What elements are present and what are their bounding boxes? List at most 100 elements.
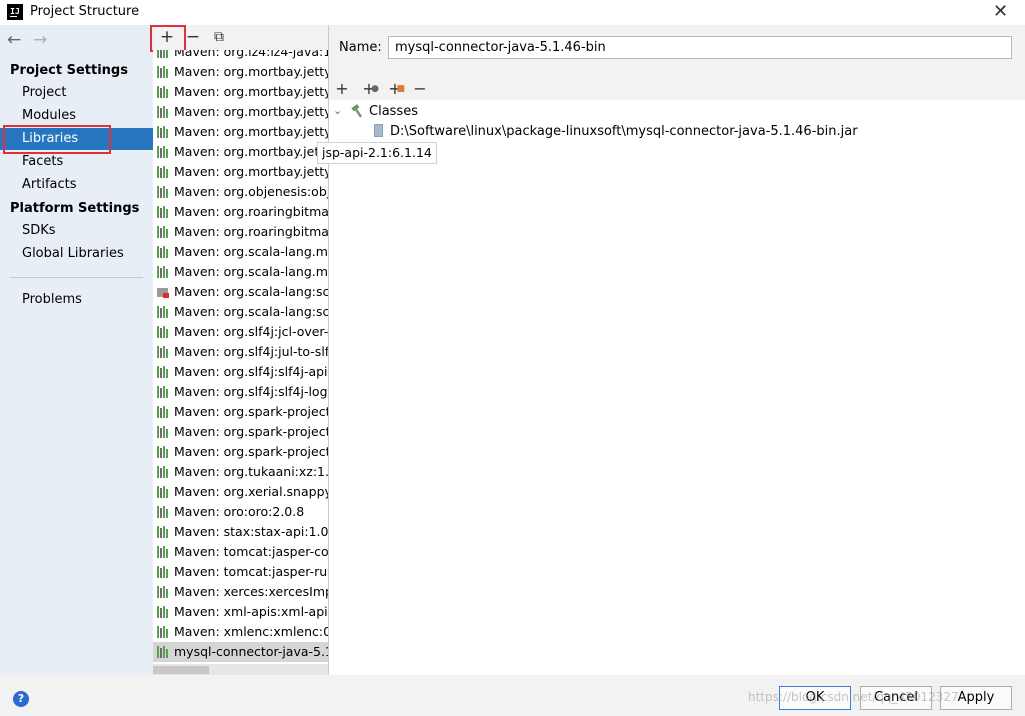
help-icon[interactable]: ? <box>13 691 29 707</box>
title-bar <box>0 0 1025 25</box>
library-name: Maven: org.spark-project.h <box>174 424 329 439</box>
library-list-item[interactable]: Maven: org.mortbay.jetty:js <box>153 122 329 142</box>
library-icon <box>157 246 169 258</box>
sidebar-item-sdks[interactable]: SDKs <box>0 220 153 242</box>
library-list-item[interactable]: Maven: org.spark-project.h <box>153 402 329 422</box>
library-list-item[interactable]: Maven: org.lz4:lz4-java:1.4 <box>153 50 329 62</box>
library-name: Maven: org.scala-lang:scal <box>174 284 329 299</box>
library-name: Maven: org.tukaani:xz:1.5 <box>174 464 329 479</box>
library-list-item[interactable]: Maven: xml-apis:xml-apis:1 <box>153 602 329 622</box>
sidebar-item-artifacts[interactable]: Artifacts <box>0 174 153 196</box>
library-name-input[interactable] <box>388 36 1012 59</box>
library-name-tooltip: jsp-api-2.1:6.1.14 <box>317 142 437 164</box>
sidebar-item-problems[interactable]: Problems <box>0 289 153 311</box>
library-list-item[interactable]: Maven: org.roaringbitmap <box>153 202 329 222</box>
library-name: Maven: org.spark-project.h <box>174 404 329 419</box>
back-arrow-icon[interactable]: ← <box>7 30 21 50</box>
library-name: Maven: org.mortbay.jetty:je <box>174 104 329 119</box>
library-name: Maven: org.spark-project.s <box>174 444 329 459</box>
library-name: Maven: xerces:xercesImpl:2 <box>174 584 329 599</box>
library-list-item[interactable]: Maven: org.mortbay.jetty:s <box>153 162 329 182</box>
library-name: Maven: org.mortbay.jetty:je <box>174 64 329 79</box>
library-icon <box>157 526 169 538</box>
library-name: Maven: org.mortbay.jetty:js <box>174 124 329 139</box>
library-list-item[interactable]: Maven: org.slf4j:slf4j-api:1. <box>153 362 329 382</box>
add-root-icon[interactable]: + <box>332 79 352 99</box>
sidebar-item-global-libraries[interactable]: Global Libraries <box>0 243 153 265</box>
library-list-item[interactable]: Maven: org.mortbay.jetty:je <box>153 82 329 102</box>
library-icon <box>157 266 169 278</box>
library-list-item[interactable]: Maven: org.mortbay.jetty:je <box>153 62 329 82</box>
add-classes-icon[interactable]: + ● <box>359 79 379 99</box>
library-icon <box>157 406 169 418</box>
library-name: Maven: xml-apis:xml-apis:1 <box>174 604 329 619</box>
library-list-item[interactable]: Maven: xmlenc:xmlenc:0.52 <box>153 622 329 642</box>
add-other-icon[interactable]: + ■ <box>385 79 405 99</box>
library-list-item[interactable]: Maven: org.spark-project.s <box>153 442 329 462</box>
sidebar-item-project[interactable]: Project <box>0 82 153 104</box>
sidebar-item-modules[interactable]: Modules <box>0 105 153 127</box>
library-list-item[interactable]: Maven: org.roaringbitmap <box>153 222 329 242</box>
library-name: Maven: org.mortbay.jetty:js <box>174 144 329 159</box>
watermark-text: https://blog.csdn.net/qq_45012327 <box>748 690 959 704</box>
library-list-item[interactable]: Maven: stax:stax-api:1.0.1 <box>153 522 329 542</box>
forward-arrow-icon[interactable]: → <box>33 30 47 50</box>
broken-library-icon <box>157 286 169 298</box>
close-window-button[interactable]: ✕ <box>988 0 1013 25</box>
library-icon <box>157 486 169 498</box>
copy-library-icon[interactable]: ⧉ <box>209 27 229 47</box>
library-icon <box>157 386 169 398</box>
library-icon <box>157 166 169 178</box>
tree-node-classes[interactable]: Classes <box>369 104 418 119</box>
library-name: Maven: org.xerial.snappy:s <box>174 484 329 499</box>
library-list-item[interactable]: Maven: org.scala-lang:scal <box>153 302 329 322</box>
library-name: Maven: org.slf4j:slf4j-api:1. <box>174 364 329 379</box>
library-list-item[interactable]: Maven: org.slf4j:jul-to-slf4j <box>153 342 329 362</box>
library-list-item[interactable]: Maven: org.objenesis:obje <box>153 182 329 202</box>
library-list-item[interactable]: Maven: org.xerial.snappy:s <box>153 482 329 502</box>
library-name: Maven: org.mortbay.jetty:je <box>174 84 329 99</box>
library-icon <box>157 186 169 198</box>
library-icon <box>157 146 169 158</box>
library-icon <box>157 50 169 58</box>
library-icon <box>157 86 169 98</box>
library-list-item[interactable]: Maven: oro:oro:2.0.8 <box>153 502 329 522</box>
sidebar-item-facets[interactable]: Facets <box>0 151 153 173</box>
remove-root-icon[interactable]: − <box>410 79 430 99</box>
library-list-item[interactable]: Maven: org.spark-project.h <box>153 422 329 442</box>
chevron-down-icon[interactable]: ⌄ <box>333 104 342 117</box>
library-icon <box>157 326 169 338</box>
library-list-item[interactable]: Maven: org.slf4j:jcl-over-sl <box>153 322 329 342</box>
library-name: Maven: org.scala-lang.moc <box>174 264 329 279</box>
remove-library-icon[interactable]: − <box>183 27 203 47</box>
library-list-item[interactable]: Maven: xerces:xercesImpl:2 <box>153 582 329 602</box>
library-icon <box>157 366 169 378</box>
window-title: Project Structure <box>30 4 140 19</box>
highlight-box-libraries <box>3 125 111 154</box>
library-list-item[interactable]: Maven: org.mortbay.jetty:js <box>153 142 329 162</box>
library-icon <box>157 66 169 78</box>
library-list-item[interactable]: mysql-connector-java-5.1.4 <box>153 642 329 662</box>
library-list-item[interactable]: Maven: tomcat:jasper-com <box>153 542 329 562</box>
library-list-item[interactable]: Maven: org.scala-lang.moc <box>153 262 329 282</box>
library-list[interactable]: Maven: org.lz4:lz4-java:1.4 Maven: org.mo… <box>153 50 329 664</box>
library-list-item[interactable]: Maven: org.scala-lang.moc <box>153 242 329 262</box>
library-icon <box>157 446 169 458</box>
library-icon <box>157 646 169 658</box>
scrollbar-thumb[interactable] <box>153 666 209 674</box>
library-icon <box>157 106 169 118</box>
highlight-box-add <box>150 25 186 52</box>
library-name: Maven: org.lz4:lz4-java:1.4 <box>174 50 329 59</box>
library-list-item[interactable]: Maven: org.mortbay.jetty:je <box>153 102 329 122</box>
library-list-item[interactable]: Maven: org.slf4j:slf4j-log4j <box>153 382 329 402</box>
library-list-item[interactable]: Maven: org.tukaani:xz:1.5 <box>153 462 329 482</box>
tree-node-jar-path[interactable]: D:\Software\linux\package-linuxsoft\mysq… <box>390 124 858 139</box>
library-name: Maven: org.roaringbitmap <box>174 224 329 239</box>
library-name: Maven: oro:oro:2.0.8 <box>174 504 305 519</box>
library-icon <box>157 426 169 438</box>
library-list-item[interactable]: Maven: tomcat:jasper-runt <box>153 562 329 582</box>
globe-badge-icon: ● <box>371 84 379 94</box>
library-name: Maven: org.slf4j:jul-to-slf4j <box>174 344 329 359</box>
library-icon <box>157 126 169 138</box>
library-list-item[interactable]: Maven: org.scala-lang:scal <box>153 282 329 302</box>
